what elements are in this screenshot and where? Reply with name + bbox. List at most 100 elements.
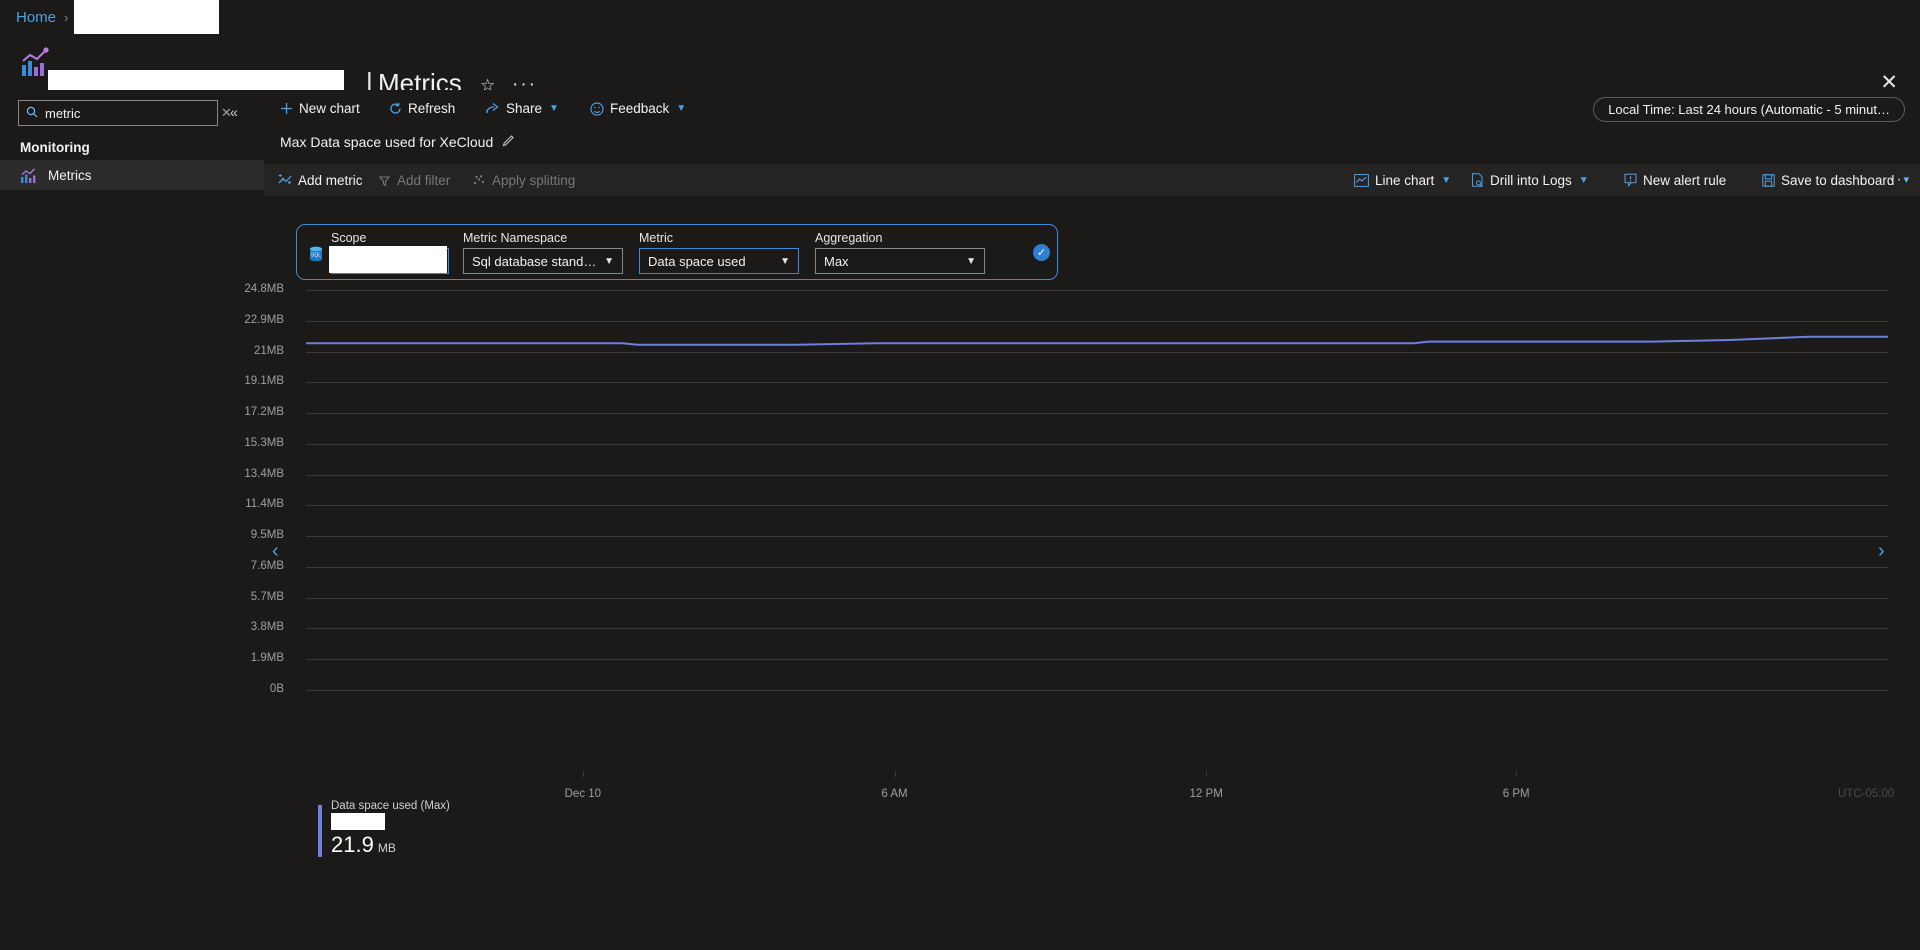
x-axis-tick-mark xyxy=(894,771,896,777)
y-axis-tick-label: 13.4MB xyxy=(244,467,284,480)
y-axis-tick-label: 17.2MB xyxy=(244,406,284,419)
sidebar-section-monitoring: Monitoring xyxy=(20,140,90,155)
x-axis-tick-label: 6 PM xyxy=(1502,788,1530,800)
chart-more-options-button[interactable]: ··· xyxy=(1889,164,1911,196)
chevron-right-icon[interactable]: › xyxy=(1878,540,1885,563)
y-axis-tick-label: 11.4MB xyxy=(245,498,284,511)
smiley-icon xyxy=(590,101,604,116)
time-range-picker[interactable]: Local Time: Last 24 hours (Automatic - 5… xyxy=(1593,97,1905,122)
search-icon xyxy=(26,106,38,121)
plus-icon xyxy=(280,102,293,115)
x-axis-tick-label: 12 PM xyxy=(1189,788,1223,800)
chevron-down-icon: ▼ xyxy=(549,103,559,114)
y-axis-tick-label: 5.7MB xyxy=(250,590,284,603)
y-axis-tick-label: 1.9MB xyxy=(250,652,284,665)
chevron-down-icon: ▼ xyxy=(966,255,976,267)
time-range-label: Local Time: Last 24 hours (Automatic - 5… xyxy=(1608,102,1890,117)
chart-title-row: Max Data space used for XeCloud xyxy=(264,130,515,154)
sidebar-item-metrics[interactable]: Metrics xyxy=(0,160,264,190)
refresh-icon xyxy=(389,102,402,115)
chevron-down-icon: ▼ xyxy=(1578,174,1589,186)
breadcrumb: Home › xyxy=(0,0,1920,34)
aggregation-label: Aggregation xyxy=(815,231,883,245)
new-alert-rule-button[interactable]: New alert rule xyxy=(1624,164,1726,196)
check-icon[interactable]: ✓ xyxy=(1033,244,1050,261)
y-axis-tick-label: 21MB xyxy=(253,344,284,357)
chevron-down-icon: ▼ xyxy=(676,103,687,114)
share-button[interactable]: Share ▼ xyxy=(486,90,559,127)
legend-resource-redacted xyxy=(331,813,385,830)
aggregation-value-box[interactable]: Max ▼ xyxy=(815,248,985,274)
aggregation-field[interactable]: Aggregation Max ▼ xyxy=(815,231,985,274)
add-metric-button[interactable]: Add metric xyxy=(278,164,363,196)
ellipsis-icon: ··· xyxy=(1889,171,1911,188)
feedback-button[interactable]: Feedback ▼ xyxy=(590,90,686,127)
svg-text:SQL: SQL xyxy=(311,253,321,259)
chart-type-label: Line chart xyxy=(1375,172,1435,188)
save-to-dashboard-label: Save to dashboard xyxy=(1781,172,1895,188)
chart-title: Max Data space used for XeCloud xyxy=(280,134,494,150)
add-metric-label: Add metric xyxy=(298,172,363,188)
legend-value-number: 21.9 xyxy=(331,832,374,857)
metric-label: Metric xyxy=(639,231,674,245)
y-axis-tick-label: 24.8MB xyxy=(244,283,284,295)
y-axis-tick-label: 22.9MB xyxy=(244,313,284,326)
add-filter-button[interactable]: Add filter xyxy=(378,164,450,196)
chart-type-button[interactable]: Line chart ▼ xyxy=(1354,164,1451,196)
new-chart-button[interactable]: New chart xyxy=(280,90,360,127)
apply-splitting-label: Apply splitting xyxy=(492,172,576,188)
search-input[interactable] xyxy=(45,105,221,121)
chevron-down-icon: ▼ xyxy=(780,255,790,267)
sidebar: ✕ « Monitoring Metrics xyxy=(0,90,264,950)
metric-selector-row: SQL Scope Metric Namespace Sql database … xyxy=(296,224,1058,280)
metric-field[interactable]: Metric Data space used ▼ xyxy=(639,231,799,274)
metric-value: Data space used xyxy=(648,253,746,269)
splitting-icon xyxy=(472,174,486,187)
metrics-chart-icon xyxy=(20,167,37,184)
y-axis-tick-label: 19.1MB xyxy=(244,375,284,388)
metric-namespace-field[interactable]: Metric Namespace Sql database standa … ▼ xyxy=(463,231,623,274)
x-axis-tick-label: Dec 10 xyxy=(564,788,602,800)
apply-splitting-button[interactable]: Apply splitting xyxy=(472,164,575,196)
breadcrumb-separator: › xyxy=(64,9,69,25)
x-axis-tick-mark xyxy=(1516,771,1518,777)
filter-icon xyxy=(378,174,391,187)
aggregation-value: Max xyxy=(824,253,849,269)
sql-database-metrics-icon xyxy=(18,46,52,80)
chevron-down-icon: ▼ xyxy=(604,255,614,267)
y-axis-tick-label: 15.3MB xyxy=(244,436,284,449)
metric-namespace-value: Sql database standa … xyxy=(472,253,599,269)
share-icon xyxy=(486,102,500,115)
feedback-label: Feedback xyxy=(610,101,670,116)
save-icon xyxy=(1762,173,1775,187)
breadcrumb-resource-redacted xyxy=(74,0,220,34)
chevron-left-icon[interactable]: ‹ xyxy=(272,540,279,563)
drill-into-logs-button[interactable]: Drill into Logs ▼ xyxy=(1471,164,1589,196)
chevron-down-icon: ▼ xyxy=(1441,174,1452,186)
pencil-icon[interactable] xyxy=(502,134,515,150)
y-axis-tick-label: 7.6MB xyxy=(250,559,284,572)
search-box[interactable]: ✕ xyxy=(18,100,232,126)
sidebar-item-label: Metrics xyxy=(48,167,92,183)
refresh-label: Refresh xyxy=(408,101,456,116)
refresh-button[interactable]: Refresh xyxy=(389,90,455,127)
line-chart-icon xyxy=(1354,173,1369,187)
drill-into-logs-label: Drill into Logs xyxy=(1490,172,1572,188)
sql-database-icon: SQL xyxy=(307,245,325,263)
timezone-label: UTC-05:00 xyxy=(1838,788,1895,800)
y-axis-tick-label: 9.5MB xyxy=(250,529,284,542)
breadcrumb-home-link[interactable]: Home xyxy=(16,9,56,26)
scope-value-redacted xyxy=(329,246,447,273)
metric-namespace-value-box[interactable]: Sql database standa … ▼ xyxy=(463,248,623,274)
x-axis-tick-mark xyxy=(1206,771,1208,777)
metric-value-box[interactable]: Data space used ▼ xyxy=(639,248,799,274)
legend-series-name: Data space used (Max) xyxy=(331,800,450,812)
add-metric-icon xyxy=(278,173,292,187)
command-bar: New chart Refresh Share ▼ Feedback ▼ Loc… xyxy=(264,90,1920,127)
scope-label: Scope xyxy=(331,231,367,245)
x-axis-tick-mark xyxy=(582,771,584,777)
double-chevron-left-icon[interactable]: « xyxy=(230,104,238,120)
share-label: Share xyxy=(506,101,543,116)
drill-logs-icon xyxy=(1471,173,1484,187)
series-line xyxy=(306,335,1888,346)
